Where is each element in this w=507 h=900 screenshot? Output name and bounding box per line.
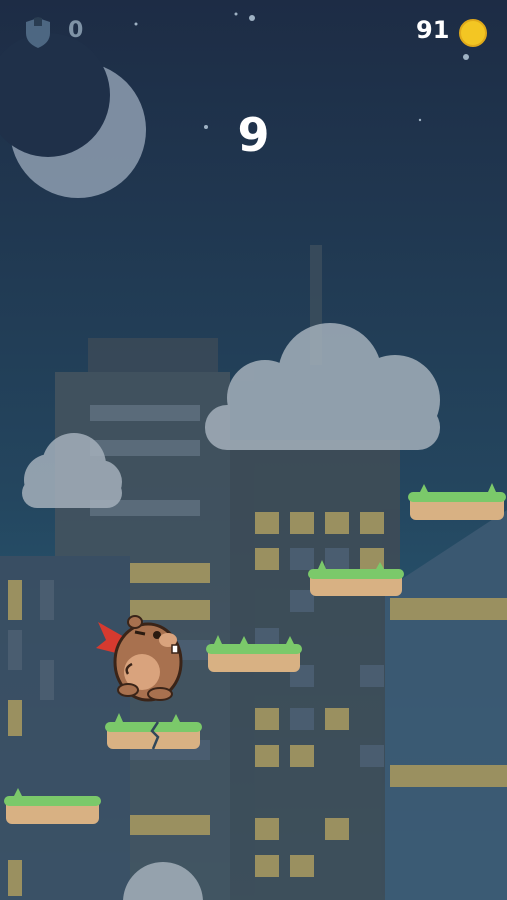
coin-icon xyxy=(459,19,487,47)
shield-count: 0 xyxy=(68,18,84,43)
height-score: 9 xyxy=(237,108,270,162)
coin-count: 91 xyxy=(416,16,450,44)
